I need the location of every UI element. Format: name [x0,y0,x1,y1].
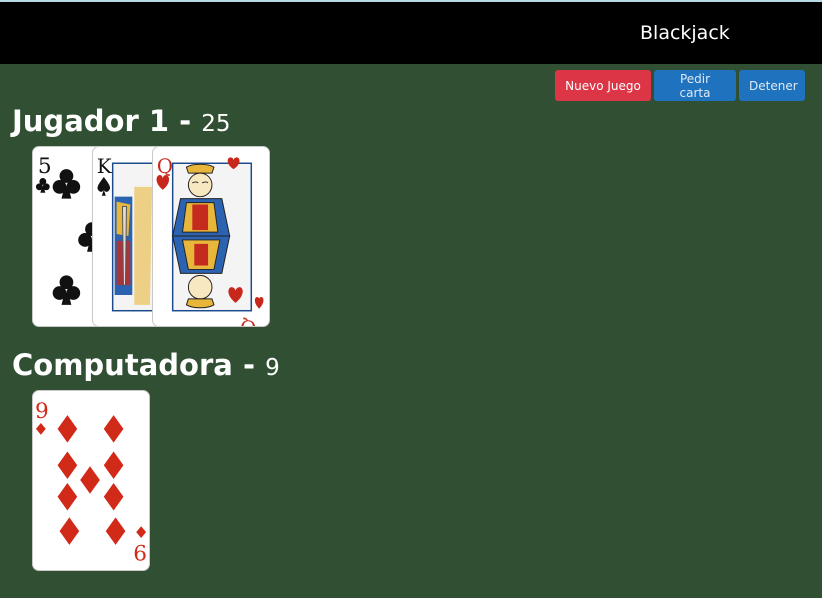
card-rank: 9 [35,399,49,424]
spade-icon [97,177,111,196]
card-rank-bottom: 9 [133,539,147,564]
name-score-separator: - [179,104,192,138]
name-score-separator: - [242,348,255,382]
player-heading: Jugador 1 - 25 [12,104,231,138]
card-rank: K [97,155,112,178]
navbar: Blackjack [0,2,822,64]
computer-hand: 9 9 [20,390,420,573]
player-score: 25 [201,111,231,137]
app-title: Blackjack [640,22,730,44]
player-hand: 5 K Q [20,146,420,329]
player-name: Jugador 1 [12,104,170,138]
queen-card-face: Q Q [156,155,264,326]
computer-name: Computadora [12,348,233,382]
player-section: Jugador 1 - 25 [12,104,231,138]
svg-text:Q: Q [240,316,256,326]
hit-button[interactable]: Pedir carta [654,70,736,101]
diamond-card-face: 9 9 [35,399,147,564]
card-9-diamonds: 9 9 [32,390,150,571]
new-game-button[interactable]: Nuevo Juego [555,70,651,101]
card-rank: Q [157,155,173,178]
diamond-icon [35,415,147,545]
card-rank: 5 [38,154,52,179]
stop-button[interactable]: Detener [739,70,805,101]
computer-section: Computadora - 9 [12,348,280,382]
computer-score: 9 [265,355,280,381]
computer-heading: Computadora - 9 [12,348,280,382]
game-toolbar: Nuevo Juego Pedir carta Detener [555,70,805,101]
card-queen-hearts: Q Q [152,146,270,327]
